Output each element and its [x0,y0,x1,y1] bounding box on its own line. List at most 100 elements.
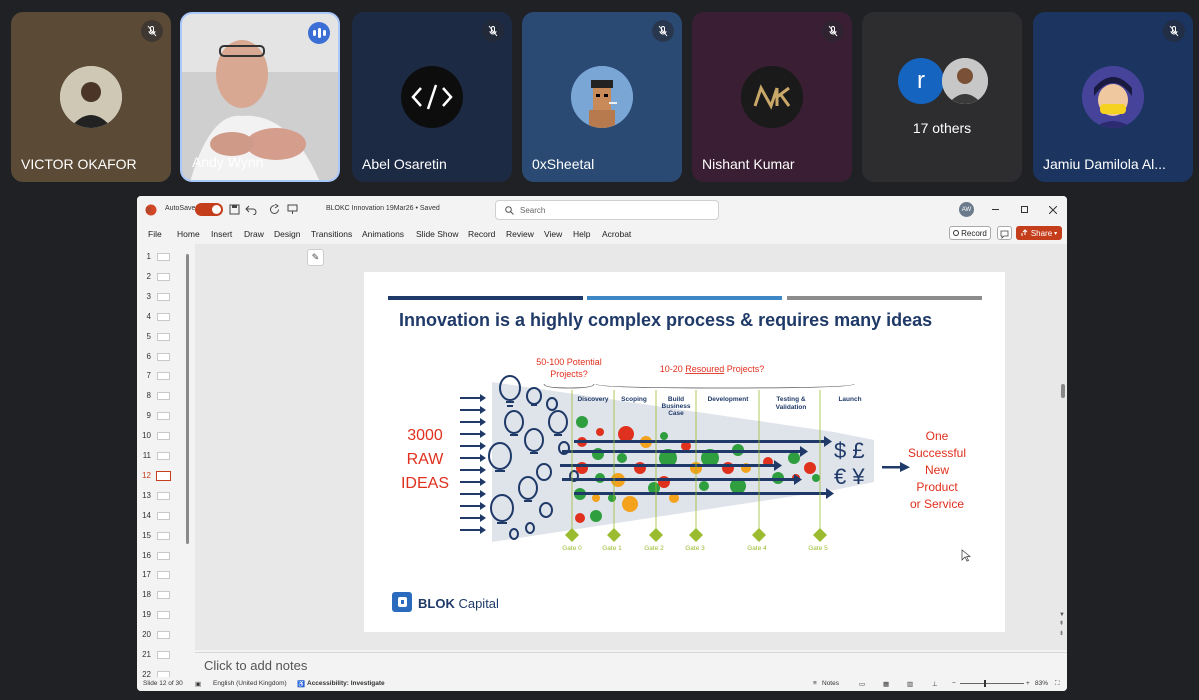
menu-help[interactable]: Help [573,229,590,239]
others-tile[interactable]: r 17 others [862,12,1022,182]
slide[interactable]: Innovation is a highly complex process &… [364,272,1005,632]
notes-button[interactable]: Notes [822,680,839,687]
slide-thumbnail-image [157,392,170,401]
slide-sorter-icon[interactable]: ▦ [883,680,889,688]
slide-thumbnail[interactable]: 9 [137,410,187,424]
zoom-slider-thumb[interactable] [984,680,986,687]
restore-button[interactable] [1021,206,1028,213]
menu-animations[interactable]: Animations [362,229,404,239]
record-label: Record [961,228,987,238]
present-icon[interactable] [287,204,298,215]
menu-slide-show[interactable]: Slide Show [416,229,459,239]
avatar [942,58,988,104]
autosave-toggle[interactable] [195,203,223,216]
status-bar: Slide 12 of 30 ▣ English (United Kingdom… [137,677,1067,691]
slide-thumbnail[interactable]: 5 [137,331,187,345]
slide-thumbnail[interactable]: 20 [137,629,187,643]
vertical-scrollbar[interactable] [1061,384,1065,398]
menu-record[interactable]: Record [468,229,495,239]
slide-thumbnail[interactable]: 15 [137,530,187,544]
slide-thumbnail[interactable]: 2 [137,271,187,285]
next-slide-icon[interactable]: ⇟ [1059,630,1064,637]
participant-tile[interactable]: Jamiu Damilola Al... [1033,12,1193,182]
participant-tile[interactable]: Nishant Kumar [692,12,852,182]
participant-name: Abel Osaretin [362,156,447,172]
share-label: Share [1030,228,1053,238]
mic-off-icon [482,20,504,42]
share-button[interactable]: Share ▾ [1016,226,1062,240]
comments-button[interactable] [997,226,1012,240]
fit-to-window-icon[interactable]: ⛶ [1055,680,1060,688]
potential-projects-line2: Projects? [550,369,588,379]
search-input[interactable]: Search [495,200,719,220]
menu-acrobat[interactable]: Acrobat [602,229,631,239]
spelling-icon[interactable]: ▣ [195,680,201,688]
slide-thumbnail[interactable]: 18 [137,589,187,603]
slide-thumbnail[interactable]: 11 [137,450,187,464]
redo-icon[interactable] [269,204,280,215]
menu-home[interactable]: Home [177,229,200,239]
slide-thumbnail[interactable]: 12 [137,470,187,484]
outcome-line1: One [926,429,949,443]
slide-thumbnail[interactable]: 6 [137,351,187,365]
undo-icon[interactable] [245,204,257,215]
slide-thumbnail-image [157,253,170,261]
slideshow-icon[interactable]: ⊥ [932,680,938,688]
zoom-in-icon[interactable]: + [1026,680,1030,687]
notes-pane[interactable]: Click to add notes [195,652,1067,676]
designer-icon[interactable]: ✎ [307,249,324,266]
brace-resourced [595,383,855,389]
reading-view-icon[interactable]: ▥ [907,680,913,688]
gate-1-label: Gate 1 [602,545,622,552]
slide-thumbnail[interactable]: 13 [137,490,187,504]
slide-thumbnail[interactable]: 17 [137,569,187,583]
zoom-out-icon[interactable]: − [952,680,956,687]
slide-thumbnail-image [157,352,170,361]
search-icon [505,206,514,215]
doc-title[interactable]: BLOKC Innovation 19Mar26 • Saved [326,205,440,212]
participant-tile[interactable]: 0xSheetal [522,12,682,182]
slide-thumbnail[interactable]: 16 [137,550,187,564]
menu-review[interactable]: Review [506,229,534,239]
menu-view[interactable]: View [544,229,562,239]
minimize-button[interactable] [992,209,999,210]
menu-insert[interactable]: Insert [211,229,232,239]
slide-thumbnail[interactable]: 10 [137,430,187,444]
slide-thumbnail[interactable]: 7 [137,370,187,384]
participant-tile[interactable]: Abel Osaretin [352,12,512,182]
slide-thumbnail[interactable]: 1 [137,251,187,265]
menu-file[interactable]: File [148,229,162,239]
slide-thumbnail[interactable]: 14 [137,510,187,524]
record-button[interactable]: Record [949,226,991,240]
slide-thumbnail-image [157,491,170,500]
menu-draw[interactable]: Draw [244,229,264,239]
menu-design[interactable]: Design [274,229,300,239]
slide-thumbnail[interactable]: 21 [137,649,187,663]
accessibility-status[interactable]: Accessibility: Investigate [307,680,385,687]
mouse-cursor-icon [961,549,971,562]
header-bar-navy [388,296,583,300]
scroll-down-icon[interactable]: ▼ [1059,612,1065,618]
normal-view-icon[interactable]: ▭ [859,680,865,688]
thumbnail-scrollbar[interactable] [186,254,189,544]
mic-off-icon [1163,20,1185,42]
zoom-level[interactable]: 83% [1035,680,1048,687]
user-avatar[interactable]: AW [959,202,974,217]
slide-thumbnail-image [157,631,170,640]
slide-thumbnail[interactable]: 3 [137,291,187,305]
slide-thumbnail[interactable]: 19 [137,609,187,623]
currency-top: $ £ [834,438,865,463]
menu-transitions[interactable]: Transitions [311,229,352,239]
participant-name: VICTOR OKAFOR [21,156,137,172]
prev-slide-icon[interactable]: ⇞ [1059,620,1064,627]
close-icon[interactable] [1049,206,1057,214]
save-icon[interactable] [229,204,240,215]
slide-thumbnail[interactable]: 4 [137,311,187,325]
participant-tile[interactable]: VICTOR OKAFOR [11,12,171,182]
zoom-slider[interactable] [960,683,1024,684]
language[interactable]: English (United Kingdom) [213,680,287,687]
slide-thumbnail[interactable]: 8 [137,390,187,404]
participant-name: Nishant Kumar [702,156,795,172]
participant-tile-active[interactable]: Andy Wynn [180,12,340,182]
participant-name: Andy Wynn [192,154,264,170]
